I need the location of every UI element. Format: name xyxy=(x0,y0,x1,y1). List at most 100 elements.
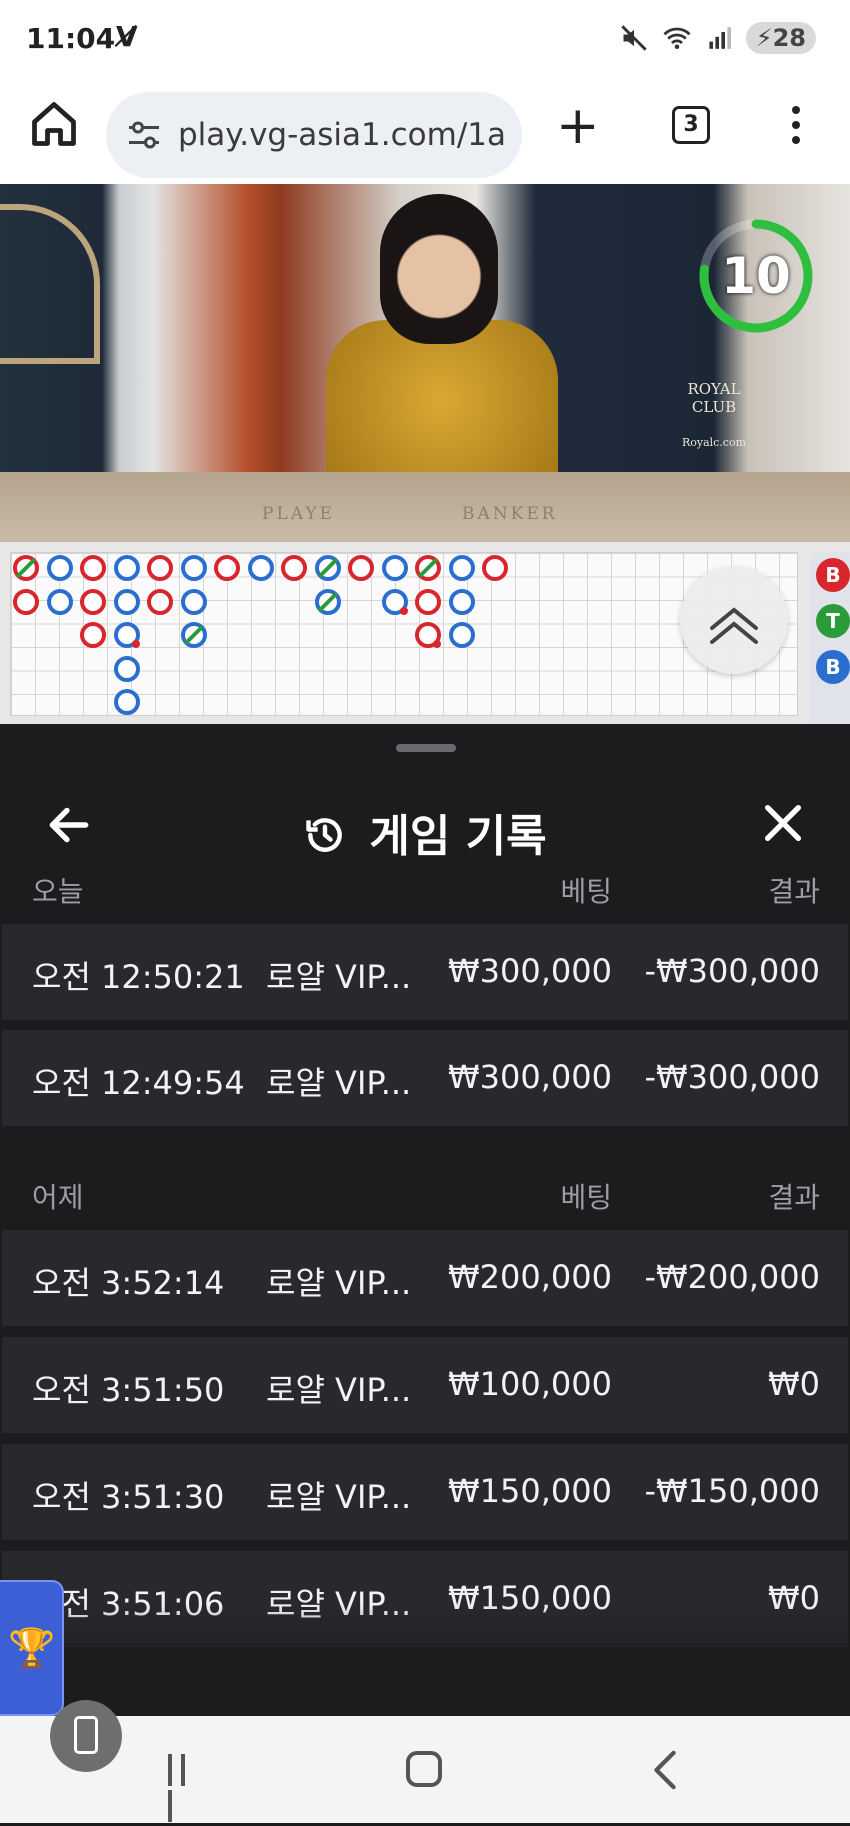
brand-name: ROYAL CLUB xyxy=(687,380,741,416)
table-player-label: PLAYE xyxy=(262,504,335,524)
road-bead xyxy=(180,555,207,581)
signal-icon xyxy=(709,27,731,49)
row-result: -₩200,000 xyxy=(644,1258,820,1296)
address-bar[interactable]: play.vg-asia1.com/1a xyxy=(106,92,522,178)
mute-icon xyxy=(621,25,647,51)
road-bead xyxy=(113,689,140,715)
system-home-icon[interactable] xyxy=(406,1751,442,1787)
road-bead xyxy=(180,588,207,615)
row-bet: ₩150,000 xyxy=(448,1472,612,1510)
road-bead xyxy=(281,555,307,581)
baccarat-table xyxy=(0,472,850,542)
leaderboard-tab[interactable]: 🏆 xyxy=(0,1580,64,1716)
column-bet-header: 베팅 xyxy=(560,875,612,908)
road-bead xyxy=(80,588,106,615)
row-bet: ₩100,000 xyxy=(448,1365,612,1403)
road-bead xyxy=(314,588,341,615)
history-row[interactable]: 오전 12:49:54 로얄 VIP... ₩300,000 -₩300,000 xyxy=(2,1030,848,1126)
road-bead xyxy=(80,622,106,648)
row-bet: ₩300,000 xyxy=(448,1058,612,1096)
history-row[interactable]: 오전 3:52:14 로얄 VIP... ₩200,000 -₩200,000 xyxy=(2,1230,848,1326)
history-row[interactable]: 오전 3:51:50 로얄 VIP... ₩100,000 ₩0 xyxy=(2,1337,848,1433)
rotate-screen-button[interactable] xyxy=(50,1700,122,1772)
road-bead xyxy=(113,622,140,648)
game-history-sheet: 게임 기록 오늘 베팅 결과 오전 12:50:21 로얄 VIP... ₩30… xyxy=(2,724,848,1716)
road-bead xyxy=(482,555,508,581)
browser-toolbar: play.vg-asia1.com/1a + 3 xyxy=(0,76,850,184)
tie-chip[interactable]: T xyxy=(816,604,850,638)
row-time: 오전 12:50:21 xyxy=(32,958,245,996)
road-bead xyxy=(113,555,140,581)
row-game: 로얄 VIP... xyxy=(266,1264,412,1302)
more-menu-icon[interactable] xyxy=(786,102,806,152)
row-result: ₩0 xyxy=(768,1579,820,1617)
wifi-icon xyxy=(663,27,691,49)
site-settings-icon[interactable] xyxy=(126,120,162,150)
expand-roadmap-button[interactable] xyxy=(680,566,788,674)
dealer-head xyxy=(380,194,498,344)
row-time: 오전 3:51:30 xyxy=(32,1478,225,1516)
row-result: -₩300,000 xyxy=(644,1058,820,1096)
column-bet-header: 베팅 xyxy=(560,1181,612,1214)
road-bead xyxy=(147,588,173,615)
double-chevron-up-icon xyxy=(710,607,758,644)
player-chip[interactable]: B xyxy=(816,650,850,684)
network-activity-icon: V̸ xyxy=(116,20,138,53)
road-bead xyxy=(180,622,207,648)
brand-site: Royalc.com xyxy=(681,436,747,449)
section-label: 오늘 xyxy=(32,875,84,908)
row-game: 로얄 VIP... xyxy=(266,1371,412,1409)
road-bead xyxy=(314,555,341,581)
road-bead xyxy=(415,588,441,615)
row-result: -₩300,000 xyxy=(644,952,820,990)
road-bead xyxy=(415,555,441,581)
road-bead xyxy=(80,555,106,581)
road-bead xyxy=(448,622,475,648)
row-bet: ₩300,000 xyxy=(448,952,612,990)
row-bet: ₩200,000 xyxy=(448,1258,612,1296)
row-game: 로얄 VIP... xyxy=(266,1478,412,1516)
banker-chip[interactable]: B xyxy=(816,558,850,592)
countdown-value: 10 xyxy=(721,247,791,305)
history-row[interactable]: 오전 3:51:06 로얄 VIP... ₩150,000 ₩0 xyxy=(2,1551,848,1647)
tab-switcher-button[interactable]: 3 xyxy=(672,106,710,144)
table-banker-label: BANKER xyxy=(462,504,558,524)
history-row[interactable]: 오전 3:51:30 로얄 VIP... ₩150,000 -₩150,000 xyxy=(2,1444,848,1540)
row-time: 오전 12:49:54 xyxy=(32,1064,245,1102)
road-bead xyxy=(381,588,408,615)
section-label: 어제 xyxy=(32,1181,84,1214)
status-icons: ⚡28 xyxy=(620,22,816,54)
system-back-icon[interactable] xyxy=(650,1750,680,1790)
history-row[interactable]: 오전 12:50:21 로얄 VIP... ₩300,000 -₩300,000 xyxy=(2,924,848,1020)
row-time: 오전 3:51:50 xyxy=(32,1371,225,1409)
road-bead xyxy=(147,555,173,581)
row-game: 로얄 VIP... xyxy=(266,1585,412,1623)
sheet-title: 게임 기록 xyxy=(2,800,848,864)
close-icon[interactable] xyxy=(760,800,806,846)
row-result: ₩0 xyxy=(768,1365,820,1403)
brand-logo: ROYAL CLUB Royalc.com xyxy=(664,380,764,449)
road-bead xyxy=(13,555,39,581)
row-game: 로얄 VIP... xyxy=(266,958,412,996)
road-bead xyxy=(415,622,441,648)
history-icon xyxy=(306,818,343,852)
phone-icon xyxy=(74,1716,98,1754)
road-bead xyxy=(113,588,140,615)
new-tab-icon[interactable]: + xyxy=(556,100,600,152)
road-bead xyxy=(46,588,73,615)
url-text[interactable]: play.vg-asia1.com/1a xyxy=(178,117,506,153)
sheet-drag-handle[interactable] xyxy=(396,744,456,752)
road-bead xyxy=(448,555,475,581)
countdown-timer: 10 xyxy=(696,216,816,336)
road-bead xyxy=(46,555,73,581)
battery-indicator: ⚡28 xyxy=(745,22,816,54)
row-game: 로얄 VIP... xyxy=(266,1064,412,1102)
road-bead xyxy=(113,655,140,682)
recent-apps-icon[interactable] xyxy=(168,1754,204,1822)
road-bead xyxy=(448,588,475,615)
home-icon[interactable] xyxy=(28,98,80,150)
status-time: 11:04 xyxy=(26,22,116,55)
system-navigation-bar xyxy=(0,1716,850,1823)
road-bead xyxy=(214,555,240,581)
road-bead xyxy=(13,588,39,615)
